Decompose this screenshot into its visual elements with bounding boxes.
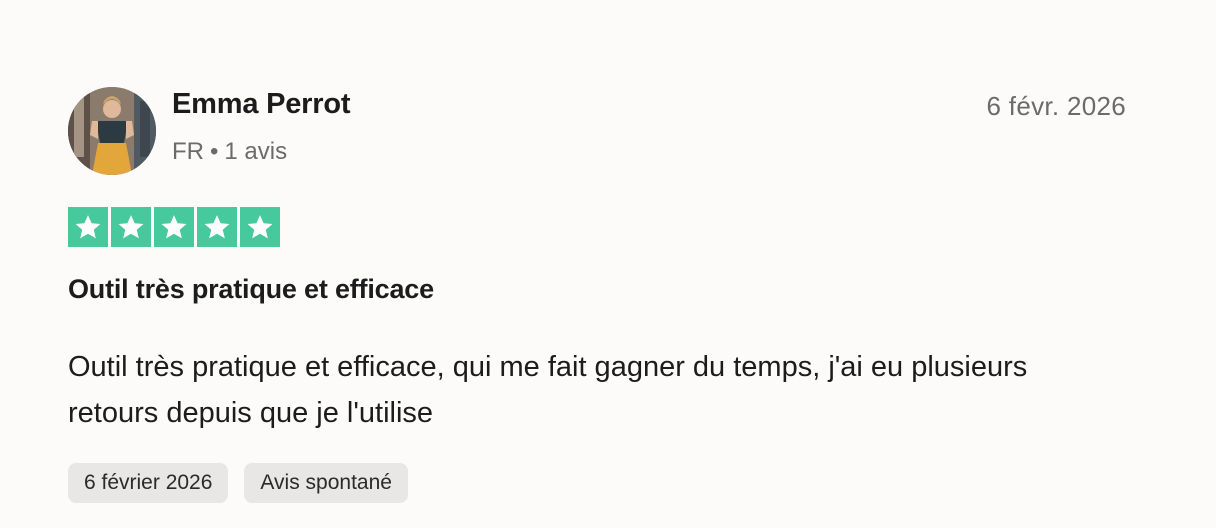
review-date: 6 févr. 2026 xyxy=(986,91,1126,121)
review-title[interactable]: Outil très pratique et efficace xyxy=(68,274,434,305)
avatar[interactable] xyxy=(68,87,156,175)
author-name[interactable]: Emma Perrot xyxy=(172,88,351,121)
review-type-badge[interactable]: Avis spontané xyxy=(244,463,408,503)
author-meta: FR • 1 avis xyxy=(172,138,287,166)
author-review-count: 1 avis xyxy=(224,138,288,165)
star-box xyxy=(197,207,237,247)
star-box xyxy=(68,207,108,247)
author-country: FR xyxy=(172,138,204,165)
review-tags: 6 février 2026 Avis spontané xyxy=(68,463,408,503)
star-box xyxy=(111,207,151,247)
star-rating xyxy=(68,207,280,247)
experience-date-badge: 6 février 2026 xyxy=(68,463,229,503)
star-box xyxy=(240,207,280,247)
star-box xyxy=(154,207,194,247)
star-icon xyxy=(204,215,230,239)
avatar-photo xyxy=(68,87,156,175)
review-card: Emma Perrot FR • 1 avis 6 févr. 2026 Outil… xyxy=(0,0,1216,528)
meta-separator: • xyxy=(210,138,219,165)
star-icon xyxy=(75,215,101,239)
star-icon xyxy=(118,215,144,239)
review-text: Outil très pratique et efficace, qui me … xyxy=(68,351,1028,429)
star-icon xyxy=(247,215,273,239)
star-icon xyxy=(161,215,187,239)
